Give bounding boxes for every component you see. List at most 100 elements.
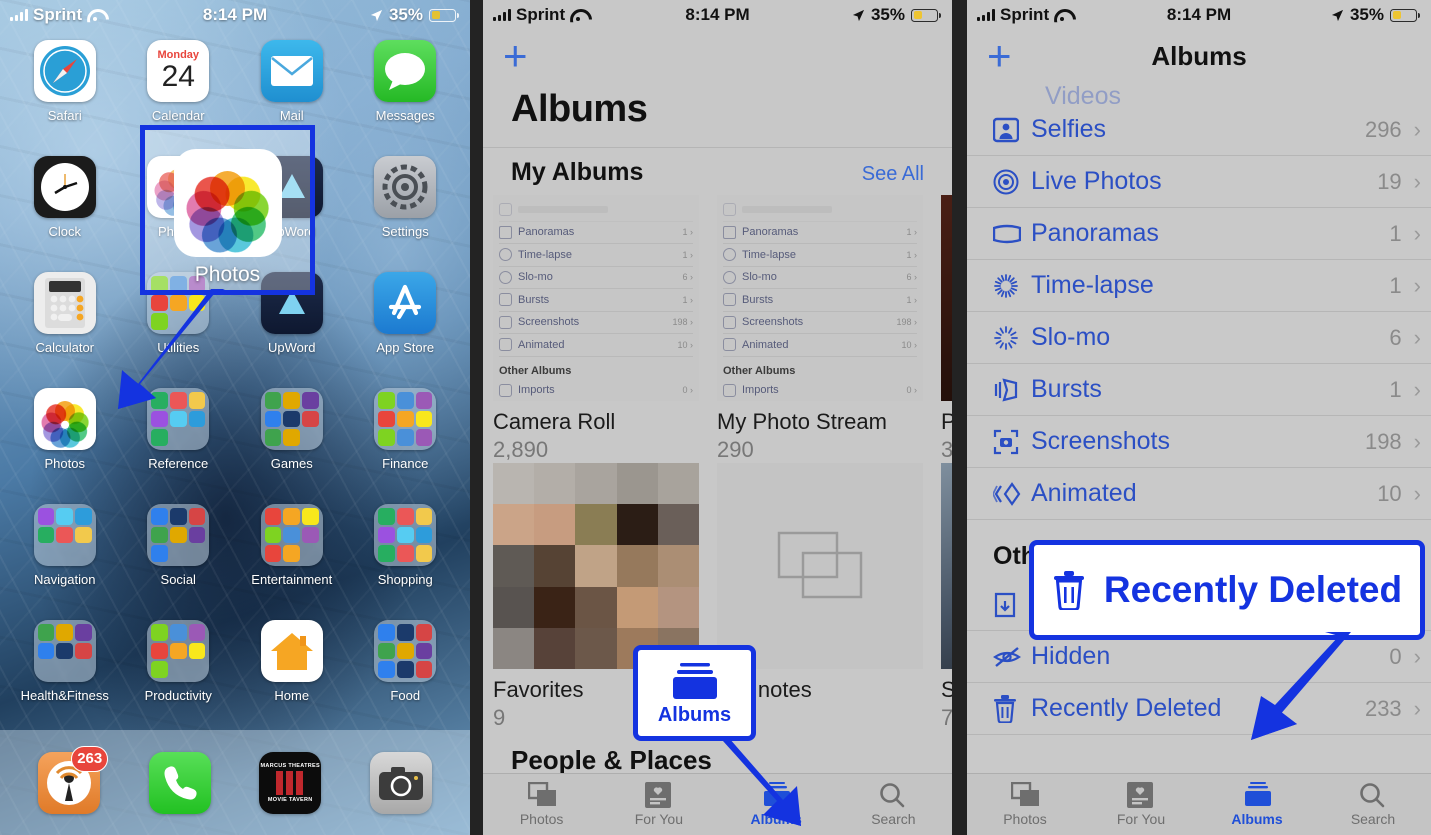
- dock-item-podcasts[interactable]: 263: [38, 745, 109, 814]
- app-label: Finance: [382, 456, 429, 471]
- app-icon-settings[interactable]: Settings: [349, 150, 463, 266]
- screenshots-icon: [499, 315, 512, 329]
- album-row-name: Selfies: [1031, 115, 1107, 143]
- dock-item-phone[interactable]: [148, 751, 211, 814]
- album-row-panoramas[interactable]: Panoramas 1 ›: [967, 208, 1431, 260]
- panorama-icon: [499, 225, 512, 239]
- mini-row: Imports 0 ›: [499, 380, 693, 402]
- folder-icon: [147, 620, 210, 682]
- app-icon-food[interactable]: Food: [349, 614, 463, 730]
- mini-row-name: Bursts: [518, 293, 550, 306]
- trash-icon: [1053, 571, 1084, 610]
- mini-row-count: 10 ›: [901, 339, 917, 350]
- app-icon-health-fitness[interactable]: Health&Fitness: [8, 614, 122, 730]
- my-albums-section-header: My Albums See All: [483, 147, 952, 195]
- app-icon-productivity[interactable]: Productivity: [122, 614, 236, 730]
- app-icon-home[interactable]: Home: [235, 614, 349, 730]
- folder-icon: [33, 504, 96, 566]
- album-count: 2,890: [493, 437, 549, 462]
- mini-row: Bursts 1 ›: [499, 289, 693, 312]
- app-icon-app-store[interactable]: App Store: [349, 266, 463, 382]
- app-icon-games[interactable]: Games: [235, 382, 349, 498]
- app-icon-entertainment[interactable]: Entertainment: [235, 498, 349, 614]
- tab-label: Albums: [750, 811, 802, 827]
- chevron-right-icon: ›: [1413, 480, 1421, 506]
- album-row-live-photos[interactable]: Live Photos 19 ›: [967, 156, 1431, 208]
- tab-photos[interactable]: Photos: [483, 781, 600, 827]
- albums-tab-callout-card: Albums: [633, 645, 756, 741]
- album-card[interactable]: S7: [941, 463, 952, 731]
- app-icon-calculator[interactable]: Calculator: [8, 266, 122, 382]
- album-thumbnail: [941, 195, 952, 401]
- calendar-icon: Monday 24: [147, 40, 210, 102]
- tab-search[interactable]: Search: [835, 782, 952, 827]
- photos-tab-icon: [1010, 781, 1039, 807]
- album-row-time-lapse[interactable]: Time-lapse 1 ›: [967, 260, 1431, 312]
- tab-photos[interactable]: Photos: [967, 781, 1083, 827]
- app-label: Calendar: [151, 108, 205, 123]
- album-row-selfies[interactable]: Selfies 296 ›: [967, 104, 1431, 156]
- album-row-animated[interactable]: Animated 10 ›: [967, 468, 1431, 520]
- app-label: Calculator: [35, 340, 95, 355]
- album-row-recently-deleted[interactable]: Recently Deleted 233 ›: [967, 683, 1431, 735]
- live-photos-icon: [993, 169, 1031, 195]
- photos-callout-content: Photos: [150, 148, 305, 288]
- tab-albums[interactable]: Albums: [1199, 782, 1315, 827]
- panel-divider-1: [470, 0, 483, 835]
- app-label: Social: [160, 572, 196, 587]
- see-all-button[interactable]: See All: [862, 163, 924, 186]
- album-row-count: 296: [1364, 116, 1402, 142]
- album-row-bursts[interactable]: Bursts 1 ›: [967, 364, 1431, 416]
- album-row-screenshots[interactable]: Screenshots 198 ›: [967, 416, 1431, 468]
- app-label: Messages: [375, 108, 435, 123]
- app-label: Productivity: [144, 688, 212, 703]
- add-album-button[interactable]: +: [503, 35, 528, 77]
- album-card[interactable]: P3: [941, 195, 952, 463]
- album-row-count: 233: [1364, 695, 1402, 721]
- location-icon: [1331, 9, 1344, 21]
- album-thumbnail-empty: [717, 463, 923, 669]
- album-row-slo-mo[interactable]: Slo-mo 6 ›: [967, 312, 1431, 364]
- safari-icon: [33, 40, 96, 102]
- app-store-icon: [374, 272, 437, 334]
- folder-icon: [374, 620, 437, 682]
- phone-icon: [148, 751, 211, 814]
- mini-row-name: Panoramas: [742, 226, 799, 239]
- app-icon-reference[interactable]: Reference: [122, 382, 236, 498]
- hidden-icon: [993, 646, 1031, 668]
- mini-row: Animated 10 ›: [723, 334, 917, 357]
- folder-icon: [260, 388, 323, 450]
- signal-bars-icon: [10, 9, 28, 21]
- tab-for-you[interactable]: For You: [600, 782, 717, 827]
- album-card[interactable]: Panoramas 1 › Time-lapse 1 › Slo-mo 6 › Bursts…: [493, 195, 699, 463]
- app-icon-messages[interactable]: Messages: [349, 34, 463, 150]
- album-thumbnail-mini-list: Panoramas 1 › Time-lapse 1 › Slo-mo 6 › Bursts…: [717, 195, 923, 401]
- imports-icon: [499, 383, 512, 397]
- add-album-button[interactable]: +: [987, 35, 1012, 77]
- app-icon-clock[interactable]: Clock: [8, 150, 122, 266]
- animated-icon: [499, 338, 512, 352]
- tab-label: For You: [634, 811, 683, 827]
- signal-bars-icon: [977, 9, 995, 21]
- for-you-tab-icon: [1127, 782, 1155, 808]
- album-thumbnail-mini-list: Panoramas 1 › Time-lapse 1 › Slo-mo 6 › Bursts…: [493, 195, 699, 401]
- app-icon-safari[interactable]: Safari: [8, 34, 122, 150]
- tab-for-you[interactable]: For You: [1083, 782, 1199, 827]
- dock-item-camera[interactable]: [369, 751, 432, 814]
- app-icon-social[interactable]: Social: [122, 498, 236, 614]
- dock-item-marcus-theatres[interactable]: MARCUS THEATRES MOVIE TAVERN: [259, 751, 322, 814]
- tab-search[interactable]: Search: [1315, 782, 1431, 827]
- folder-icon: [374, 504, 437, 566]
- app-icon-photos[interactable]: Photos: [8, 382, 122, 498]
- album-row-name: Live Photos: [1031, 167, 1162, 195]
- chevron-right-icon: ›: [1413, 643, 1421, 669]
- status-bar-right: 35%: [370, 5, 459, 25]
- mini-row: Slo-mo 6 ›: [499, 267, 693, 289]
- page-title: Albums: [511, 88, 648, 130]
- album-count: 3: [941, 437, 952, 462]
- app-icon-shopping[interactable]: Shopping: [349, 498, 463, 614]
- app-icon-navigation[interactable]: Navigation: [8, 498, 122, 614]
- app-icon-finance[interactable]: Finance: [349, 382, 463, 498]
- album-card[interactable]: Panoramas 1 › Time-lapse 1 › Slo-mo 6 › Bursts…: [717, 195, 923, 463]
- tab-albums[interactable]: Albums: [718, 782, 835, 827]
